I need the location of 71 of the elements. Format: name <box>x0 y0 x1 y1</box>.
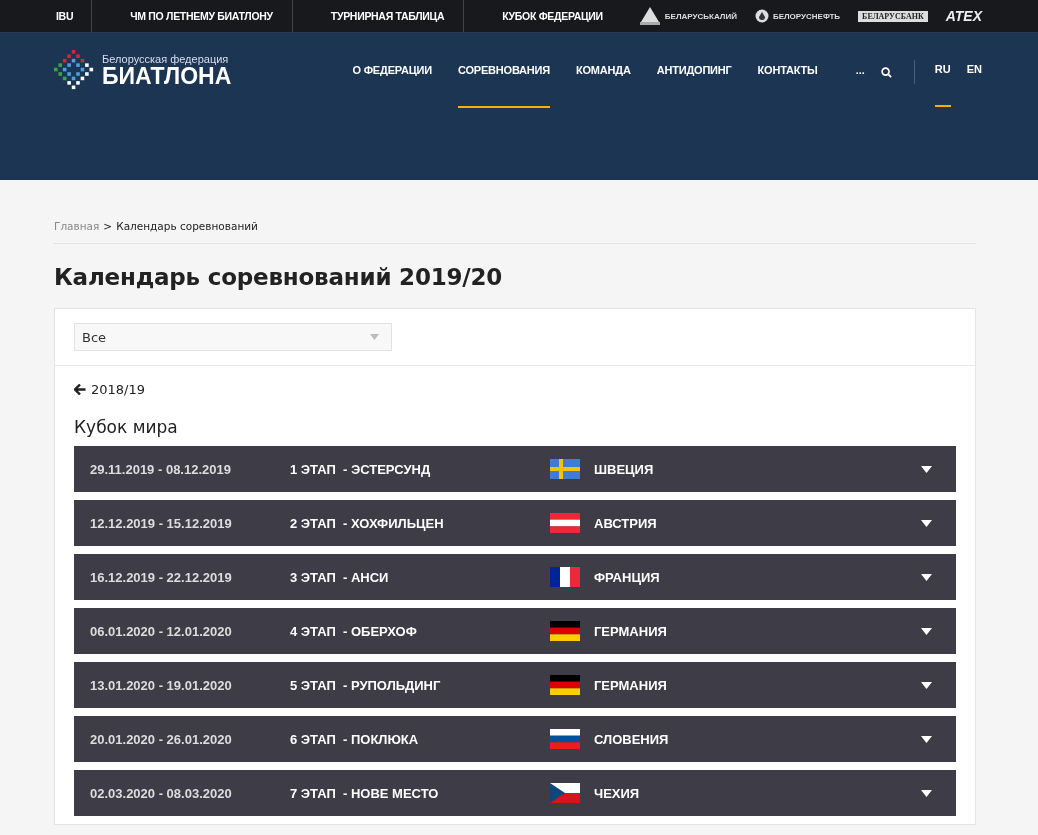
event-stage: 7 ЭТАП - НОВЕ МЕСТО <box>290 785 440 801</box>
event-stage: 3 ЭТАП - АНСИ <box>290 569 390 585</box>
event-row[interactable]: 16.12.2019 - 22.12.2019 3 ЭТАП - АНСИ ФРАНЦИЯ <box>74 554 956 600</box>
flag-icon <box>550 783 580 803</box>
caret-icon[interactable] <box>921 519 932 527</box>
caret-icon[interactable] <box>921 627 932 635</box>
nav-link[interactable]: СОРЕВНОВАНИЯ <box>457 33 550 108</box>
sponsor-logo[interactable]: БЕЛАРУСБАНК <box>858 10 928 22</box>
event-row[interactable]: 20.01.2020 - 26.01.2020 6 ЭТАП - ПОКЛЮКА СЛОВЕНИЯ <box>74 716 956 762</box>
logo-subtitle: Белорусская федерация <box>102 52 230 65</box>
language-tab[interactable]: EN <box>966 33 982 107</box>
flag-icon <box>550 567 580 587</box>
event-stage: 1 ЭТАП - ЭСТЕРСУНД <box>290 461 432 477</box>
language-tab[interactable]: RU <box>934 33 951 107</box>
event-country: ГЕРМАНИЯ <box>594 623 668 639</box>
top-link[interactable]: ЧМ ПО ЛЕТНЕМУ БИАТЛОНУ <box>92 0 293 32</box>
event-country: АВСТРИЯ <box>594 515 658 531</box>
event-country: ШВЕЦИЯ <box>594 461 655 477</box>
section-heading: Кубок мира <box>74 417 179 437</box>
event-stage: 2 ЭТАП - ХОХФИЛЬЦЕН <box>290 515 445 531</box>
event-country: СЛОВЕНИЯ <box>594 731 670 747</box>
nav-link[interactable]: О ФЕДЕРАЦИИ <box>352 33 432 108</box>
caret-icon <box>370 334 379 340</box>
top-link[interactable]: IBU <box>56 0 93 32</box>
caret-icon[interactable] <box>921 681 932 689</box>
top-link[interactable]: ТУРНИРНАЯ ТАБЛИЦА <box>292 0 465 32</box>
flag-icon <box>550 675 580 695</box>
event-dates: 29.11.2019 - 08.12.2019 <box>90 461 232 477</box>
more-link[interactable]: ... <box>855 33 865 76</box>
nav-link[interactable]: КОНТАКТЫ <box>757 33 818 108</box>
page-title: Календарь соревнований 2019/20 <box>54 264 504 290</box>
event-row[interactable]: 29.11.2019 - 08.12.2019 1 ЭТАП - ЭСТЕРСУНД ШВЕЦИЯ <box>74 446 956 492</box>
caret-icon[interactable] <box>921 465 932 473</box>
caret-icon[interactable] <box>921 735 932 743</box>
sponsor-logo[interactable]: БЕЛОРУСНЕФТЬ <box>772 11 841 21</box>
mountain-icon <box>638 6 661 26</box>
event-row[interactable]: 12.12.2019 - 15.12.2019 2 ЭТАП - ХОХФИЛЬЦЕН АВСТРИЯ <box>74 500 956 546</box>
arrow-left-icon <box>74 384 86 395</box>
breadcrumb-separator: > <box>103 220 113 232</box>
sponsor-logo[interactable]: БЕЛАРУСЬКАЛИЙ <box>664 11 737 21</box>
event-row[interactable]: 02.03.2020 - 08.03.2020 7 ЭТАП - НОВЕ МЕСТО ЧЕХИЯ <box>74 770 956 816</box>
event-country: ГЕРМАНИЯ <box>594 677 668 693</box>
nav-link[interactable]: АНТИДОПИНГ <box>656 33 732 108</box>
search-icon[interactable] <box>880 67 892 78</box>
logo-title: БИАТЛОНА <box>102 64 232 88</box>
event-country: ЧЕХИЯ <box>594 785 641 801</box>
event-row[interactable]: 13.01.2020 - 19.01.2020 5 ЭТАП - РУПОЛЬДИНГ ГЕРМАНИЯ <box>74 662 956 708</box>
flag-icon <box>550 729 580 749</box>
event-dates: 16.12.2019 - 22.12.2019 <box>90 569 233 585</box>
event-stage: 6 ЭТАП - ПОКЛЮКА <box>290 731 420 747</box>
drop-icon <box>754 9 769 23</box>
breadcrumb-current: Календарь соревнований <box>116 220 258 232</box>
nav-link[interactable]: КОМАНДА <box>576 33 631 108</box>
event-dates: 13.01.2020 - 19.01.2020 <box>90 677 233 693</box>
caret-icon[interactable] <box>921 789 932 797</box>
flag-icon <box>550 621 580 641</box>
event-country: ФРАНЦИЯ <box>594 569 661 585</box>
event-dates: 06.01.2020 - 12.01.2020 <box>90 623 233 639</box>
event-stage: 4 ЭТАП - ОБЕРХОФ <box>290 623 418 639</box>
event-dates: 12.12.2019 - 15.12.2019 <box>90 515 233 531</box>
back-link[interactable]: 2018/19 <box>74 382 145 397</box>
filter-select[interactable]: Все <box>74 323 392 351</box>
caret-icon[interactable] <box>921 573 932 581</box>
event-dates: 20.01.2020 - 26.01.2020 <box>90 731 233 747</box>
top-link[interactable]: КУБОК ФЕДЕРАЦИИ <box>464 0 622 32</box>
event-dates: 02.03.2020 - 08.03.2020 <box>90 785 233 801</box>
event-stage: 5 ЭТАП - РУПОЛЬДИНГ <box>290 677 442 693</box>
flag-icon <box>550 459 580 479</box>
sponsor-logo[interactable]: ATEX <box>945 8 982 24</box>
flag-icon <box>550 513 580 533</box>
event-row[interactable]: 06.01.2020 - 12.01.2020 4 ЭТАП - ОБЕРХОФ ГЕРМАНИЯ <box>74 608 956 654</box>
